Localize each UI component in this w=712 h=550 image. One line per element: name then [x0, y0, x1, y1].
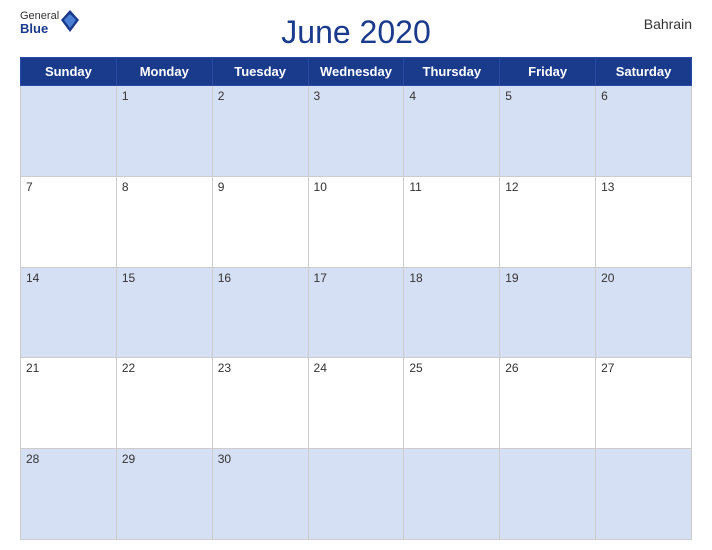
calendar-cell: 6 — [596, 86, 692, 177]
day-number: 14 — [26, 271, 39, 285]
day-number: 11 — [409, 180, 421, 194]
logo-blue-text: Blue — [20, 22, 59, 36]
day-number: 29 — [122, 452, 135, 466]
calendar-cell: 11 — [404, 176, 500, 267]
day-number: 7 — [26, 180, 33, 194]
day-number: 4 — [409, 89, 416, 103]
calendar-title: June 2020 — [281, 14, 430, 51]
day-number: 10 — [314, 180, 327, 194]
calendar-cell: 4 — [404, 86, 500, 177]
calendar-cell: 1 — [116, 86, 212, 177]
calendar-cell: 21 — [21, 358, 117, 449]
day-number: 28 — [26, 452, 39, 466]
calendar-cell: 15 — [116, 267, 212, 358]
day-number: 5 — [505, 89, 512, 103]
calendar-cell: 26 — [500, 358, 596, 449]
day-number: 9 — [218, 180, 225, 194]
day-number: 23 — [218, 361, 231, 375]
calendar-header: General Blue June 2020 Bahrain — [20, 10, 692, 51]
calendar-cell: 23 — [212, 358, 308, 449]
calendar-cell: 25 — [404, 358, 500, 449]
weekday-thursday: Thursday — [404, 58, 500, 86]
calendar-cell: 9 — [212, 176, 308, 267]
calendar-cell: 7 — [21, 176, 117, 267]
calendar-cell: 13 — [596, 176, 692, 267]
week-row-3: 14 15 16 17 18 19 20 — [21, 267, 692, 358]
weekday-wednesday: Wednesday — [308, 58, 404, 86]
day-number: 27 — [601, 361, 614, 375]
calendar-cell: 16 — [212, 267, 308, 358]
day-number: 12 — [505, 180, 518, 194]
calendar-cell: 12 — [500, 176, 596, 267]
calendar-cell — [404, 449, 500, 540]
week-row-4: 21 22 23 24 25 26 27 — [21, 358, 692, 449]
calendar-cell: 24 — [308, 358, 404, 449]
calendar-cell: 3 — [308, 86, 404, 177]
day-number: 26 — [505, 361, 518, 375]
weekday-header-row: SundayMondayTuesdayWednesdayThursdayFrid… — [21, 58, 692, 86]
calendar-cell — [21, 86, 117, 177]
calendar-cell — [500, 449, 596, 540]
calendar-cell — [308, 449, 404, 540]
day-number: 17 — [314, 271, 327, 285]
day-number: 30 — [218, 452, 231, 466]
weekday-tuesday: Tuesday — [212, 58, 308, 86]
week-row-2: 7 8 9 10 11 12 13 — [21, 176, 692, 267]
weekday-monday: Monday — [116, 58, 212, 86]
calendar-cell: 22 — [116, 358, 212, 449]
day-number: 20 — [601, 271, 614, 285]
day-number: 3 — [314, 89, 321, 103]
calendar-cell: 17 — [308, 267, 404, 358]
day-number: 18 — [409, 271, 422, 285]
calendar-cell: 5 — [500, 86, 596, 177]
day-number: 25 — [409, 361, 422, 375]
week-row-1: 1 2 3 4 5 6 — [21, 86, 692, 177]
calendar-cell: 19 — [500, 267, 596, 358]
calendar-cell — [596, 449, 692, 540]
day-number: 22 — [122, 361, 135, 375]
calendar-cell: 20 — [596, 267, 692, 358]
day-number: 2 — [218, 89, 225, 103]
day-number: 15 — [122, 271, 135, 285]
weekday-sunday: Sunday — [21, 58, 117, 86]
logo: General Blue — [20, 10, 79, 36]
day-number: 8 — [122, 180, 129, 194]
day-number: 24 — [314, 361, 327, 375]
day-number: 21 — [26, 361, 39, 375]
day-number: 19 — [505, 271, 518, 285]
weekday-friday: Friday — [500, 58, 596, 86]
week-row-5: 28 29 30 — [21, 449, 692, 540]
calendar-cell: 2 — [212, 86, 308, 177]
calendar-cell: 30 — [212, 449, 308, 540]
calendar-cell: 29 — [116, 449, 212, 540]
calendar-cell: 18 — [404, 267, 500, 358]
day-number: 6 — [601, 89, 608, 103]
calendar-table: SundayMondayTuesdayWednesdayThursdayFrid… — [20, 57, 692, 540]
calendar-cell: 27 — [596, 358, 692, 449]
day-number: 13 — [601, 180, 614, 194]
calendar-cell: 14 — [21, 267, 117, 358]
calendar-cell: 8 — [116, 176, 212, 267]
logo-icon — [61, 10, 79, 32]
calendar-cell: 10 — [308, 176, 404, 267]
calendar-cell: 28 — [21, 449, 117, 540]
weekday-saturday: Saturday — [596, 58, 692, 86]
day-number: 16 — [218, 271, 231, 285]
day-number: 1 — [122, 89, 129, 103]
country-label: Bahrain — [644, 16, 692, 32]
